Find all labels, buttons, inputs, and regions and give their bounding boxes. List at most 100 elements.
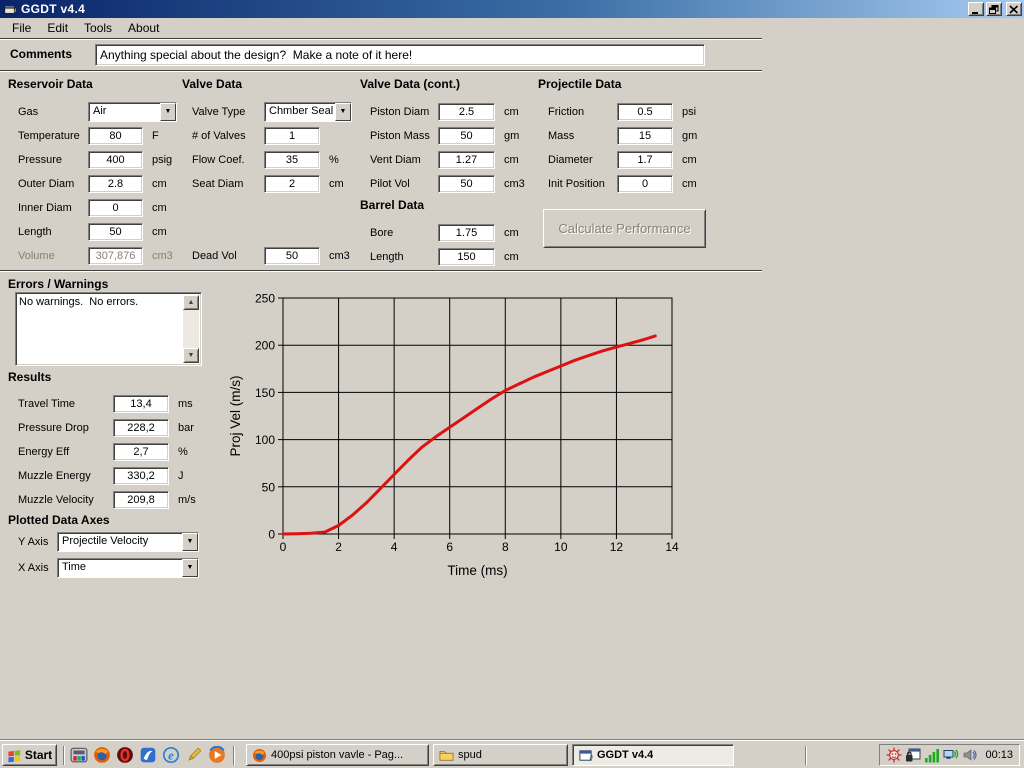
comments-input[interactable] [95, 44, 705, 66]
gas-select[interactable]: Air▼ [88, 102, 177, 122]
energy-eff-input[interactable]: 2,7 [113, 443, 169, 461]
field-row-num-valves: # of Valves1 [192, 124, 352, 148]
pressure-drop-input[interactable]: 228,2 [113, 419, 169, 437]
flow-coef-input[interactable]: 35 [264, 151, 320, 169]
pilot-vol-unit: cm3 [504, 178, 525, 190]
field-row-length: Length50cm [18, 220, 177, 244]
length-input[interactable]: 50 [88, 223, 143, 241]
outer-diam-label: Outer Diam [18, 178, 88, 190]
menu-item-file[interactable]: File [4, 19, 39, 37]
valve-cont-fields: Piston Diam2.5cmPiston Mass50gmVent Diam… [370, 100, 525, 196]
travel-time-input[interactable]: 13,4 [113, 395, 169, 413]
x-axis-label: X Axis [18, 562, 57, 574]
valve-type-label: Valve Type [192, 106, 264, 118]
section-title-projectile: Projectile Data [538, 77, 621, 91]
scroll-up-icon[interactable]: ▲ [183, 295, 199, 310]
y-axis-select[interactable]: Projectile Velocity▼ [57, 532, 199, 552]
svg-text:14: 14 [665, 540, 679, 554]
velocity-chart: 02468101214050100150200250Time (ms)Proj … [225, 290, 705, 590]
piston-diam-label: Piston Diam [370, 106, 438, 118]
menu-item-about[interactable]: About [120, 19, 167, 37]
outer-diam-input[interactable]: 2.8 [88, 175, 143, 193]
diameter-label: Diameter [548, 154, 617, 166]
flow-coef-label: Flow Coef. [192, 154, 264, 166]
menu-item-edit[interactable]: Edit [39, 19, 76, 37]
field-row-pressure-drop: Pressure Drop228,2bar [18, 416, 196, 440]
piston-diam-input[interactable]: 2.5 [438, 103, 495, 121]
close-button[interactable] [1006, 2, 1022, 16]
vent-diam-input[interactable]: 1.27 [438, 151, 495, 169]
diameter-input[interactable]: 1.7 [617, 151, 673, 169]
seat-diam-input[interactable]: 2 [264, 175, 320, 193]
muzzle-energy-input[interactable]: 330,2 [113, 467, 169, 485]
barrel-length-input[interactable]: 150 [438, 248, 495, 266]
init-position-input[interactable]: 0 [617, 175, 673, 193]
winamp-icon[interactable] [185, 746, 203, 764]
volume-input[interactable]: 307,876 [88, 247, 143, 265]
restore-button[interactable] [986, 2, 1002, 16]
volume-label: Volume [18, 250, 88, 262]
dead-vol-label: Dead Vol [192, 250, 264, 262]
y-axis-label: Y Axis [18, 536, 57, 548]
windows-media-player-icon[interactable] [208, 746, 226, 764]
scrollbar[interactable]: ▲ ▼ [183, 295, 199, 363]
gas-label: Gas [18, 106, 88, 118]
errors-warnings-box[interactable]: No warnings. No errors. ▲ ▼ [15, 292, 202, 366]
valve-type-select[interactable]: Chmber Seal▼ [264, 102, 352, 122]
taskbar-button-spud[interactable]: spud [433, 744, 568, 766]
title-bar: GGDT v4.4 [0, 0, 1024, 18]
section-title-valve-cont: Valve Data (cont.) [360, 77, 460, 91]
x-axis-select[interactable]: Time▼ [57, 558, 199, 578]
volume-icon[interactable] [962, 747, 978, 763]
menu-bar: FileEditToolsAbout [0, 18, 1024, 38]
scroll-down-icon[interactable]: ▼ [183, 348, 199, 363]
chevron-down-icon[interactable]: ▼ [182, 533, 198, 551]
internet-explorer-icon[interactable]: e [162, 746, 180, 764]
start-button[interactable]: Start [2, 744, 57, 766]
firefox-icon[interactable] [93, 746, 111, 764]
seat-diam-label: Seat Diam [192, 178, 264, 190]
messenger-icon[interactable] [139, 746, 157, 764]
field-row-energy-eff: Energy Eff2,7% [18, 440, 196, 464]
dead-vol-unit: cm3 [329, 250, 350, 262]
chevron-down-icon[interactable]: ▼ [182, 559, 198, 577]
windows-logo-icon [7, 748, 22, 763]
friction-input[interactable]: 0.5 [617, 103, 673, 121]
taskbar-button-label: 400psi piston vavle - Pag... [271, 749, 403, 761]
opera-icon[interactable] [116, 746, 134, 764]
taskbar-button-400psi-piston-vavle-pag[interactable]: 400psi piston vavle - Pag... [246, 744, 429, 766]
network-sound-icon[interactable] [943, 747, 959, 763]
num-valves-input[interactable]: 1 [264, 127, 320, 145]
svg-text:2: 2 [335, 540, 342, 554]
pressure-unit: psig [152, 154, 172, 166]
piston-mass-input[interactable]: 50 [438, 127, 495, 145]
bore-label: Bore [370, 227, 438, 239]
temperature-input[interactable]: 80 [88, 127, 143, 145]
pressure-input[interactable]: 400 [88, 151, 143, 169]
mass-input[interactable]: 15 [617, 127, 673, 145]
divider [0, 70, 762, 72]
axes-fields: Y AxisProjectile Velocity▼X AxisTime▼ [18, 529, 199, 581]
signal-bars-icon[interactable] [924, 747, 940, 763]
dead-vol-input[interactable]: 50 [264, 247, 320, 265]
chevron-down-icon[interactable]: ▼ [335, 103, 351, 121]
security-window-icon[interactable] [905, 747, 921, 763]
projectile-fields: Friction0.5psiMass15gmDiameter1.7cmInit … [548, 100, 697, 196]
muzzle-velocity-input[interactable]: 209,8 [113, 491, 169, 509]
media-player-classic-icon[interactable] [70, 746, 88, 764]
chevron-down-icon[interactable]: ▼ [160, 103, 176, 121]
bore-input[interactable]: 1.75 [438, 224, 495, 242]
field-row-barrel-length: Length150cm [370, 245, 519, 269]
calculate-performance-button[interactable]: Calculate Performance [543, 209, 706, 248]
menu-item-tools[interactable]: Tools [76, 19, 120, 37]
piston-diam-unit: cm [504, 106, 519, 118]
taskbar-button-ggdt-v4-4[interactable]: GGDT v4.4 [572, 744, 734, 766]
inner-diam-label: Inner Diam [18, 202, 88, 214]
minimize-button[interactable] [968, 2, 984, 16]
inner-diam-input[interactable]: 0 [88, 199, 143, 217]
muzzle-velocity-unit: m/s [178, 494, 196, 506]
divider [233, 746, 235, 765]
pilot-vol-input[interactable]: 50 [438, 175, 495, 193]
scheduler-icon[interactable] [886, 747, 902, 763]
taskbar-button-label: GGDT v4.4 [597, 749, 653, 761]
